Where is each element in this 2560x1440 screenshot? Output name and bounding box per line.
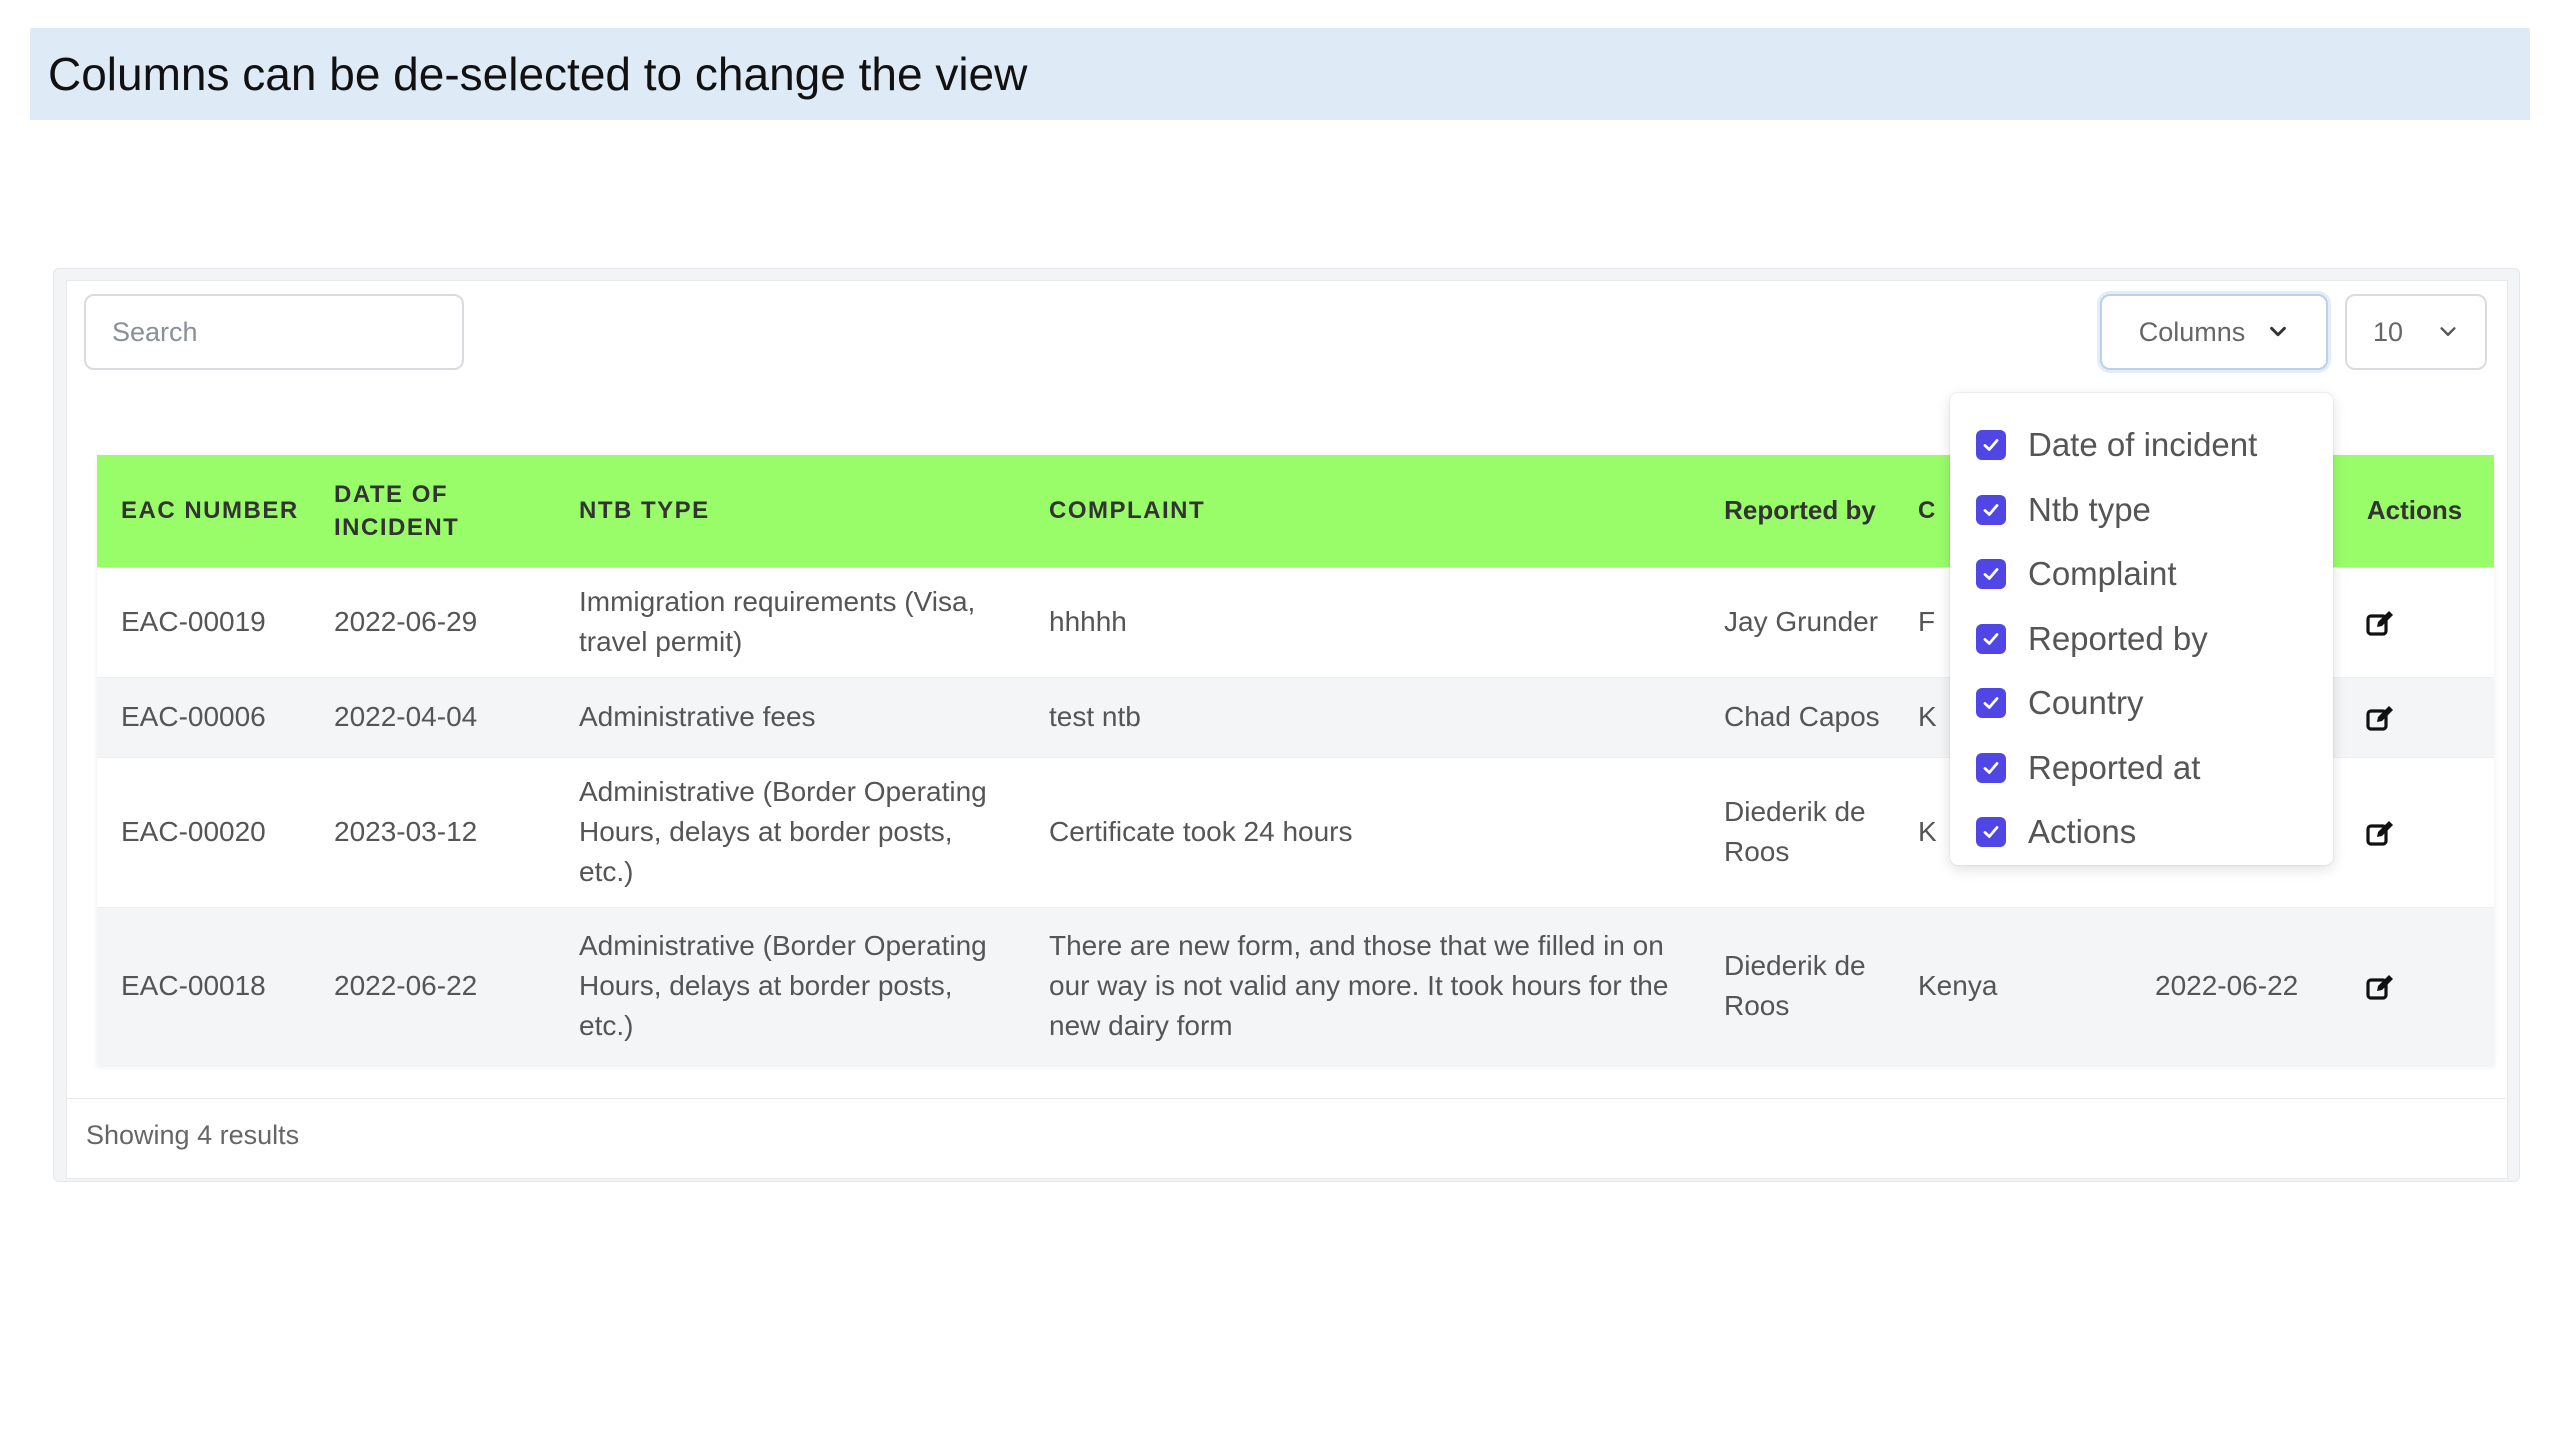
columns-button-label: Columns <box>2138 316 2246 347</box>
cell-complaint: test ntb <box>1025 676 1700 757</box>
cell-reported-by: Chad Capos <box>1700 676 1900 757</box>
cell-reported-at: 2022-06-22 <box>2105 906 2335 1065</box>
cell-actions <box>2335 756 2494 907</box>
page-banner: Columns can be de-selected to change the… <box>30 28 2530 120</box>
checkbox-checked-icon[interactable] <box>1976 494 2006 525</box>
chevron-down-icon <box>2270 326 2287 337</box>
column-toggle-item[interactable]: Actions <box>1950 800 2333 865</box>
header-ntb-type[interactable]: NTB TYPE <box>555 455 1025 567</box>
column-toggle-label: Reported at <box>2028 748 2201 786</box>
column-toggle-item[interactable]: Date of incident <box>1950 413 2333 478</box>
cell-ntb-type: Administrative (Border Operating Hours, … <box>555 756 1025 907</box>
cell-reported-by: Jay Grunder <box>1700 566 1900 677</box>
header-date-of-incident[interactable]: DATE OF INCIDENT <box>310 455 555 567</box>
page-size-value: 10 <box>2373 316 2404 347</box>
cell-reported-by: Diederik de Roos <box>1700 906 1900 1065</box>
cell-eac-number: EAC-00006 <box>97 676 310 757</box>
column-toggle-item[interactable]: Complaint <box>1950 542 2333 607</box>
banner-title: Columns can be de-selected to change the… <box>48 48 1028 100</box>
header-eac-number[interactable]: EAC NUMBER <box>97 455 310 567</box>
cell-ntb-type: Administrative (Border Operating Hours, … <box>555 906 1025 1065</box>
column-toggle-item[interactable]: Reported at <box>1950 736 2333 801</box>
cell-date: 2022-04-04 <box>310 676 555 757</box>
checkbox-checked-icon[interactable] <box>1976 817 2006 848</box>
header-actions: Actions <box>2366 495 2463 526</box>
cell-date: 2022-06-22 <box>310 906 555 1065</box>
checkbox-checked-icon[interactable] <box>1976 559 2006 590</box>
cell-eac-number: EAC-00020 <box>97 756 310 907</box>
cell-complaint: Certificate took 24 hours <box>1025 756 1700 907</box>
column-toggle-label: Ntb type <box>2028 490 2151 528</box>
checkbox-checked-icon[interactable] <box>1976 430 2006 461</box>
cell-eac-number: EAC-00019 <box>97 566 310 677</box>
checkbox-checked-icon[interactable] <box>1976 688 2006 719</box>
edit-icon[interactable] <box>2364 608 2396 640</box>
search-placeholder: Search <box>112 316 198 347</box>
cell-complaint: hhhhh <box>1025 566 1700 677</box>
cell-actions <box>2335 676 2494 757</box>
cell-actions <box>2335 566 2494 677</box>
header-reported-by[interactable]: Reported by <box>1700 455 1900 567</box>
columns-menu: Date of incident Ntb type Complaint Reporte… <box>1950 393 2333 865</box>
checkbox-checked-icon[interactable] <box>1976 623 2006 654</box>
results-count: Showing 4 results <box>86 1120 300 1150</box>
search-input[interactable]: Search <box>84 294 464 370</box>
edit-icon[interactable] <box>2364 703 2396 735</box>
cell-country: Kenya <box>1900 906 2105 1065</box>
column-toggle-item[interactable]: Reported by <box>1950 607 2333 672</box>
cell-eac-number: EAC-00018 <box>97 906 310 1065</box>
column-toggle-item[interactable]: Country <box>1950 671 2333 736</box>
column-toggle-label: Complaint <box>2028 555 2177 593</box>
columns-dropdown-button[interactable]: Columns <box>2100 294 2328 370</box>
cell-reported-by: Diederik de Roos <box>1700 756 1900 907</box>
cell-date: 2023-03-12 <box>310 756 555 907</box>
edit-icon[interactable] <box>2364 972 2396 1004</box>
cell-ntb-type: Administrative fees <box>555 676 1025 757</box>
page-size-select[interactable]: 10 <box>2345 294 2487 370</box>
chevron-down-icon <box>2440 327 2456 336</box>
column-toggle-label: Country <box>2028 684 2144 722</box>
edit-icon[interactable] <box>2364 818 2396 850</box>
checkbox-checked-icon[interactable] <box>1976 752 2006 783</box>
cell-date: 2022-06-29 <box>310 566 555 677</box>
header-complaint[interactable]: COMPLAINT <box>1025 455 1700 567</box>
cell-ntb-type: Immigration requirements (Visa, travel p… <box>555 566 1025 677</box>
column-toggle-label: Date of incident <box>2028 426 2258 464</box>
table-row: EAC-00018 2022-06-22 Administrative (Borde… <box>97 906 2494 1065</box>
cell-actions <box>2335 906 2494 1065</box>
column-toggle-label: Reported by <box>2028 619 2208 657</box>
column-toggle-label: Actions <box>2028 813 2137 851</box>
cell-complaint: There are new form, and those that we fi… <box>1025 906 1700 1065</box>
column-toggle-item[interactable]: Ntb type <box>1950 478 2333 543</box>
footer-divider <box>66 1098 2506 1099</box>
